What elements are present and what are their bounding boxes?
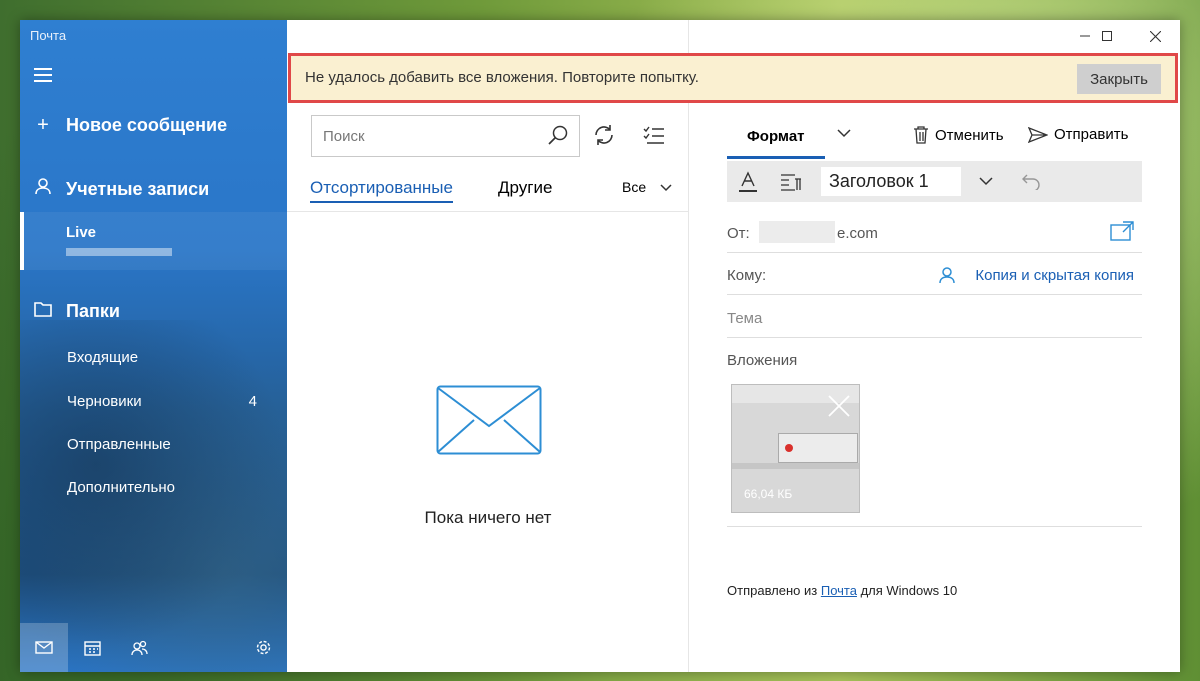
calendar-switch-button[interactable] (68, 623, 116, 672)
remove-attachment-icon[interactable] (828, 395, 850, 417)
send-icon (1028, 126, 1048, 143)
folder-sent[interactable]: Отправленные (67, 436, 257, 453)
accounts-label: Учетные записи (66, 178, 210, 199)
to-label: Кому: (727, 267, 767, 284)
selection-mode-button[interactable] (643, 125, 665, 150)
from-address-domain: e.com (837, 225, 878, 242)
folders-label: Папки (66, 301, 120, 321)
thumbnail-strip (732, 463, 859, 469)
app-title: Почта (30, 28, 67, 43)
format-tab-indicator (727, 156, 825, 159)
send-label: Отправить (1054, 126, 1129, 143)
from-label: От: (727, 225, 750, 242)
attachments-divider (727, 526, 1142, 527)
plus-icon: + (37, 114, 49, 136)
compose-pane: Формат Отменить Отправить Заголовок 1 От… (689, 20, 1180, 672)
person-icon (939, 267, 956, 284)
filter-label: Все (622, 179, 647, 195)
sidebar: Почта + Новое сообщение Учетные записи L… (20, 20, 287, 672)
signature-mail-link[interactable]: Почта (821, 583, 857, 598)
paragraph-icon (781, 173, 801, 191)
envelope-icon (436, 385, 542, 455)
person-icon (32, 177, 54, 201)
search-icon[interactable] (547, 124, 569, 151)
folder-inbox[interactable]: Входящие (67, 349, 257, 366)
hamburger-menu-icon[interactable] (34, 68, 52, 82)
gear-icon (256, 640, 270, 655)
mail-window: Почта + Новое сообщение Учетные записи L… (20, 20, 1180, 672)
checklist-icon (643, 126, 664, 144)
font-color-icon (739, 170, 757, 192)
mail-switch-button[interactable] (20, 623, 68, 672)
folder-count: 4 (248, 393, 257, 410)
settings-button[interactable] (239, 623, 287, 672)
account-name: Live (66, 224, 97, 241)
new-message-label: Новое сообщение (66, 115, 228, 135)
folders-button[interactable]: Папки (32, 300, 120, 323)
undo-icon (1022, 174, 1040, 190)
people-switch-button[interactable] (116, 623, 164, 672)
message-list-pane: Поиск Отсортированные Другие Все Пока ни… (287, 20, 689, 672)
thumbnail-dialog (778, 433, 858, 463)
calendar-icon (83, 640, 101, 656)
sidebar-background-image (20, 320, 287, 672)
people-icon (131, 640, 148, 655)
tab-format[interactable]: Формат (747, 128, 805, 145)
folder-label: Дополнительно (67, 479, 175, 496)
trash-icon (914, 126, 928, 144)
sync-icon (595, 125, 613, 145)
account-email-redacted (66, 248, 172, 256)
tab-other[interactable]: Другие (498, 178, 552, 198)
chevron-down-icon (979, 176, 993, 185)
signature-prefix: Отправлено из (727, 583, 821, 598)
folder-label: Черновики (67, 393, 142, 410)
accounts-button[interactable]: Учетные записи (32, 177, 209, 201)
cc-bcc-label: Копия и скрытая копия (975, 266, 1134, 284)
send-button[interactable]: Отправить (1028, 126, 1128, 143)
tab-focused[interactable]: Отсортированные (310, 178, 453, 203)
subject-placeholder: Тема (727, 310, 763, 327)
folder-more[interactable]: Дополнительно (67, 479, 257, 496)
account-live[interactable]: Live (20, 212, 287, 270)
sync-button[interactable] (592, 123, 616, 152)
style-dropdown-button[interactable] (965, 161, 1007, 202)
mail-icon (35, 641, 53, 654)
discard-label: Отменить (935, 126, 1004, 144)
folder-icon (32, 300, 54, 323)
folder-label: Отправленные (67, 436, 171, 453)
signature-suffix: для Windows 10 (856, 583, 958, 598)
to-field[interactable]: Кому: Копия и скрытая копия (727, 253, 1142, 295)
signature: Отправлено из Почта для Windows 10 (727, 583, 957, 598)
subject-field[interactable]: Тема (727, 296, 1142, 338)
notification-message: Не удалось добавить все вложения. Повтор… (305, 69, 699, 86)
folder-drafts[interactable]: Черновики 4 (67, 393, 257, 410)
folder-label: Входящие (67, 349, 139, 366)
search-input[interactable]: Поиск (311, 115, 580, 157)
new-message-button[interactable]: + Новое сообщение (32, 114, 227, 137)
ribbon-tabs-dropdown[interactable] (837, 126, 851, 144)
font-format-button[interactable] (727, 161, 769, 202)
attachment-thumbnail[interactable]: 66,04 КБ (731, 384, 860, 513)
search-placeholder: Поиск (323, 128, 365, 145)
list-divider (287, 211, 689, 212)
filter-dropdown[interactable]: Все (622, 179, 672, 195)
from-field[interactable]: От: e.com (727, 211, 1142, 253)
empty-state-text: Пока ничего нет (424, 508, 552, 527)
undo-button[interactable] (1009, 161, 1053, 202)
chevron-down-icon (660, 184, 672, 192)
attachments-label: Вложения (727, 352, 798, 369)
error-dot-icon (785, 444, 793, 452)
paragraph-style-select[interactable]: Заголовок 1 (821, 167, 961, 196)
format-toolbar: Заголовок 1 (727, 161, 1142, 202)
pop-out-icon[interactable] (1110, 221, 1134, 241)
chevron-down-icon (837, 129, 851, 138)
paragraph-format-button[interactable] (769, 161, 813, 202)
cc-bcc-button[interactable]: Копия и скрытая копия (939, 266, 1134, 284)
sidebar-bottom-bar (20, 623, 287, 672)
from-address-redacted (759, 221, 835, 243)
discard-button[interactable]: Отменить (913, 126, 1004, 144)
attachment-size: 66,04 КБ (744, 487, 793, 501)
